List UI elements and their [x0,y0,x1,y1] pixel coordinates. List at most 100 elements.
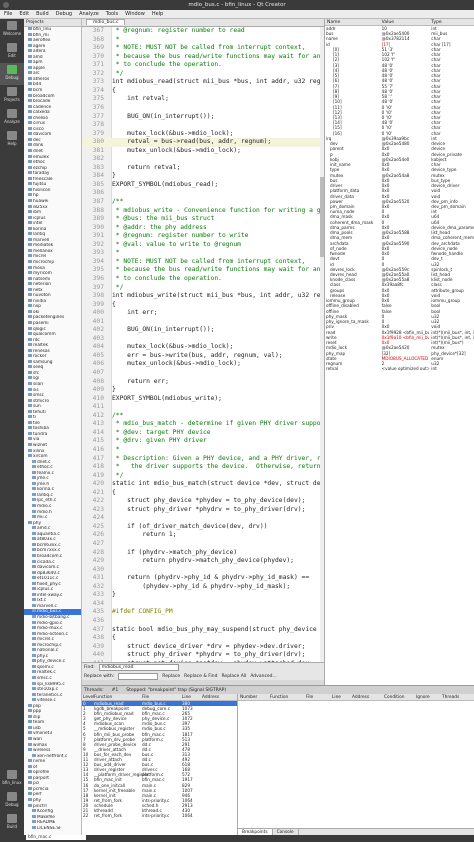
tree-item[interactable]: LICENSE.SF [24,825,81,832]
code-line[interactable]: 378 [82,121,324,130]
code-line[interactable]: 367 * @regnum: register number to read [82,27,324,36]
stack-col-level[interactable]: Level [82,694,94,700]
menu-edit[interactable]: Edit [19,10,29,18]
code-line[interactable]: 430 [82,566,324,575]
code-line[interactable]: 418 * the driver supports the device. Ot… [82,463,324,472]
code-line[interactable]: 402 BUG_ON(in_interrupt()); [82,326,324,335]
code-line[interactable]: 377 BUG_ON(in_interrupt()); [82,113,324,122]
code-line[interactable]: 431 return (phydrv->phy_id & phydrv->phy… [82,574,324,583]
mode-analyze[interactable]: Analyze [0,107,24,129]
code-line[interactable]: 380 retval = bus->read(bus, addr, regnum… [82,138,324,147]
menu-file[interactable]: File [4,10,12,18]
code-line[interactable]: 435 #ifdef CONFIG_PM [82,608,324,617]
thread-select[interactable]: #1 [112,686,119,694]
breakpoints-col-line[interactable]: Line [330,694,350,700]
code-line[interactable]: 416 * [82,446,324,455]
window-menu-icon[interactable] [3,2,9,8]
code-line[interactable]: 412 /** [82,412,324,421]
menu-build[interactable]: Build [36,10,49,18]
code-line[interactable]: 393 * [82,249,324,258]
breakpoints-col-condition[interactable]: Condition [382,694,414,700]
menu-debug[interactable]: Debug [56,10,72,18]
code-line[interactable]: 420 static int mdio_bus_match(struct devi… [82,480,324,489]
code-line[interactable]: 399 { [82,301,324,310]
code-line[interactable]: 392 * @val: value to write to @regnum [82,241,324,250]
replace-input[interactable] [118,673,159,680]
code-line[interactable]: 389 * @bus: the mii_bus struct [82,215,324,224]
code-line[interactable]: 425 if (of_driver_match_device(dev, drv)… [82,523,324,532]
code-line[interactable]: 391 * @regnum: register number to write [82,232,324,241]
project-tree-header[interactable]: Projects [24,19,81,27]
code-line[interactable]: 405 err = bus->write(bus, addr, regnum, … [82,352,324,361]
code-line[interactable]: 388 * mdiobus_write - Convenience functi… [82,207,324,216]
kit-build[interactable]: Build [0,812,24,834]
code-line[interactable]: 422 struct phy_device *phydev = to_phy_d… [82,497,324,506]
code-line[interactable]: 419 */ [82,472,324,481]
breakpoints-col-address[interactable]: Address [350,694,382,700]
stack-col-function[interactable]: Function [94,694,142,700]
code-line[interactable]: 437 static bool mdio_bus_phy_may_suspend(… [82,626,324,635]
replace-all-button[interactable]: Replace All [222,672,247,681]
code-line[interactable]: 387 /** [82,198,324,207]
code-line[interactable]: 406 mutex_unlock(&bus->mdio_lock); [82,360,324,369]
stack-col-file[interactable]: File [142,694,182,700]
locals-col-value[interactable]: Value [380,19,430,25]
advanced-button[interactable]: Advanced... [250,672,277,681]
code-line[interactable]: 424 [82,514,324,523]
code-line[interactable]: 423 struct phy_driver *phydrv = to_phy_d… [82,506,324,515]
mode-welcome[interactable]: Welcome [0,19,24,41]
code-line[interactable]: 404 mutex_lock(&bus->mdio_lock); [82,343,324,352]
stack-col-line[interactable]: Line [182,694,202,700]
kit-debug[interactable]: Debug [0,790,24,812]
code-line[interactable]: 439 struct device_driver *drv = phydev->… [82,643,324,652]
code-line[interactable]: 421 { [82,489,324,498]
code-line[interactable]: 433} [82,591,324,600]
breakpoints-col-ignore[interactable]: Ignore [414,694,440,700]
breakpoints-col-function[interactable]: Function [268,694,304,700]
code-line[interactable]: 411 [82,403,324,412]
code-line[interactable]: 427 [82,540,324,549]
stack-frame[interactable]: 22 ret_from_fork ints-priority.c 1064 [82,813,237,818]
find-input[interactable]: mdiobus_read [98,664,179,671]
menu-help[interactable]: Help [152,10,163,18]
locals-col-type[interactable]: Type [429,19,474,25]
locals-row[interactable]: retval <value optimized out> int [325,366,474,371]
mode-projects[interactable]: Projects [0,85,24,107]
code-line[interactable]: 403 [82,335,324,344]
code-line[interactable]: 370 * because the bus read/write functio… [82,53,324,62]
code-line[interactable]: 382 [82,155,324,164]
code-editor[interactable]: mdio_bus.c 367 * @regnum: register numbe… [82,19,324,662]
breakpoints-col-number[interactable]: Number [238,694,268,700]
code-line[interactable]: 417 * Description: Given a PHY device, a… [82,455,324,464]
code-line[interactable]: 440 struct phy_driver *phydrv = to_phy_d… [82,651,324,660]
code-line[interactable]: 408 return err; [82,378,324,387]
code-line[interactable]: 398 int mdiobus_write(struct mii_bus *bus… [82,292,324,301]
code-line[interactable]: 384} [82,172,324,181]
code-line[interactable]: 434 [82,600,324,609]
menu-tools[interactable]: Tools [106,10,118,18]
code-line[interactable]: 409} [82,386,324,395]
code-line[interactable]: 379 mutex_lock(&bus->mdio_lock); [82,130,324,139]
code-line[interactable]: 394 * NOTE: MUST NOT be called from inte… [82,258,324,267]
breakpoints-col-threads[interactable]: Threads [440,694,468,700]
menu-analyze[interactable]: Analyze [79,10,99,18]
code-line[interactable]: 426 return 1; [82,531,324,540]
code-line[interactable]: 371 * to conclude the operation. [82,61,324,70]
code-line[interactable]: 432 (phydev->phy_id & phydrv->phy_id_mas… [82,583,324,592]
code-line[interactable]: 368 * [82,36,324,45]
code-line[interactable]: 413 * mdio_bus_match - determine if give… [82,420,324,429]
locator-input[interactable]: bfin_mac.c [26,835,86,840]
code-line[interactable]: 386 [82,189,324,198]
breakpoints-col-file[interactable]: File [304,694,330,700]
kit-bfin-linux[interactable]: bfin_linux [0,768,24,790]
code-line[interactable]: 401 [82,318,324,327]
code-line[interactable]: 407 [82,369,324,378]
code-line[interactable]: 373 int mdiobus_read(struct mii_bus *bus,… [82,78,324,87]
code-area[interactable]: 367 * @regnum: register number to read 36… [82,27,324,662]
replace-find-button[interactable]: Replace & Find [184,672,217,681]
code-line[interactable]: 390 * @addr: the phy address [82,224,324,233]
code-line[interactable]: 385 EXPORT_SYMBOL(mdiobus_read); [82,181,324,190]
code-line[interactable]: 383 return retval; [82,164,324,173]
tab-mdio-bus[interactable]: mdio_bus.c [86,19,126,25]
menu-window[interactable]: Window [125,10,145,18]
